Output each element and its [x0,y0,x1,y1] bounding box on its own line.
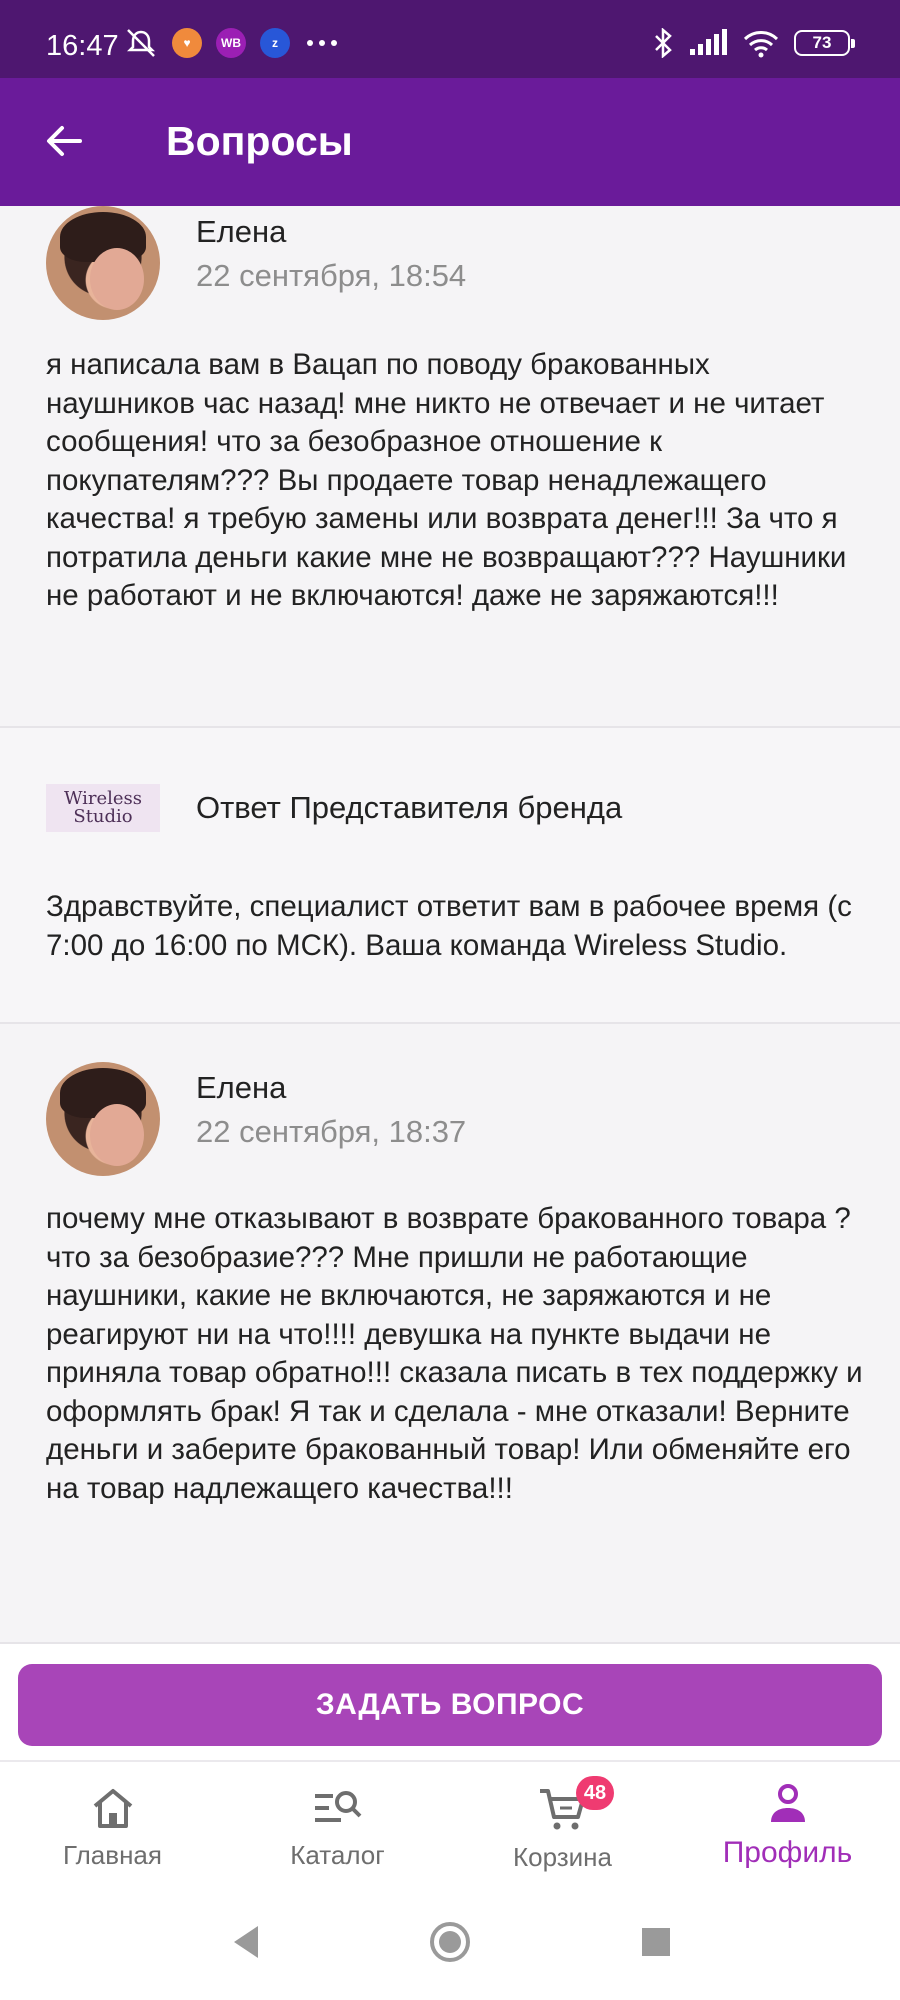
nav-item-profile[interactable]: Профиль [675,1762,900,1892]
home-circle-icon[interactable] [428,1920,472,1964]
catalog-search-icon [314,1791,361,1822]
more-dots-icon [307,40,337,46]
brand-logo: Wireless Studio [46,784,160,832]
question-date: 22 сентября, 18:54 [196,258,467,293]
recents-square-icon[interactable] [636,1920,676,1964]
nav-item-cart[interactable]: 48 Корзина [450,1762,675,1892]
status-time: 16:47 [46,30,119,62]
nav-item-catalog[interactable]: Каталог [225,1762,450,1892]
answer-text: Здравствуйте, специалист ответит вам в р… [46,890,852,962]
heart-app-icon: ♥ [172,28,202,58]
bell-off-icon [126,29,156,57]
ask-question-button[interactable]: ЗАДАТЬ ВОПРОС [18,1664,882,1746]
wifi-icon [743,31,779,58]
ask-question-bar: ЗАДАТЬ ВОПРОС [0,1642,900,1760]
signal-icon [690,29,727,55]
nav-label: Главная [63,1840,162,1870]
user-avatar [46,206,160,320]
question-date: 22 сентября, 18:37 [196,1114,467,1149]
question-text: почему мне отказывают в возврате бракова… [46,1202,863,1505]
answer-card: Wireless Studio Ответ Представителя брен… [0,728,900,1024]
status-system-icons: 73 [652,28,855,58]
question-author: Елена [196,214,287,249]
question-text: я написала вам в Вацап по поводу бракова… [46,348,847,612]
profile-icon [770,1784,805,1822]
back-triangle-icon[interactable] [226,1920,266,1964]
user-avatar [46,1062,160,1176]
question-card: Елена 22 сентября, 18:37 почему мне отка… [0,1024,900,1642]
nav-item-home[interactable]: Главная [0,1762,225,1892]
nav-label: Профиль [722,1836,853,1869]
bottom-navigation: Главная Каталог 48 Корзина Профиль [0,1760,900,1890]
question-card: Елена 22 сентября, 18:54 я написала вам … [0,206,900,728]
answer-title: Ответ Представителя бренда [196,790,623,825]
app-bar: Вопросы [0,78,900,206]
back-arrow-icon[interactable] [40,116,90,166]
questions-list[interactable]: Елена 22 сентября, 18:54 я написала вам … [0,206,900,1642]
battery-indicator: 73 [794,30,855,56]
home-icon [93,1789,132,1828]
nav-label: Каталог [290,1840,385,1870]
page-title: Вопросы [166,118,353,164]
cart-count-badge: 48 [576,1776,614,1810]
system-navigation-bar [0,1890,900,2000]
nav-label: Корзина [512,1842,613,1872]
zzzz-app-icon: z [260,28,290,58]
status-notification-icons: ♥ WB z [124,28,340,58]
question-author: Елена [196,1070,287,1105]
bluetooth-icon [655,28,672,58]
wb-app-icon: WB [216,28,246,58]
status-bar: 16:47 ♥ WB z 73 [0,0,900,78]
